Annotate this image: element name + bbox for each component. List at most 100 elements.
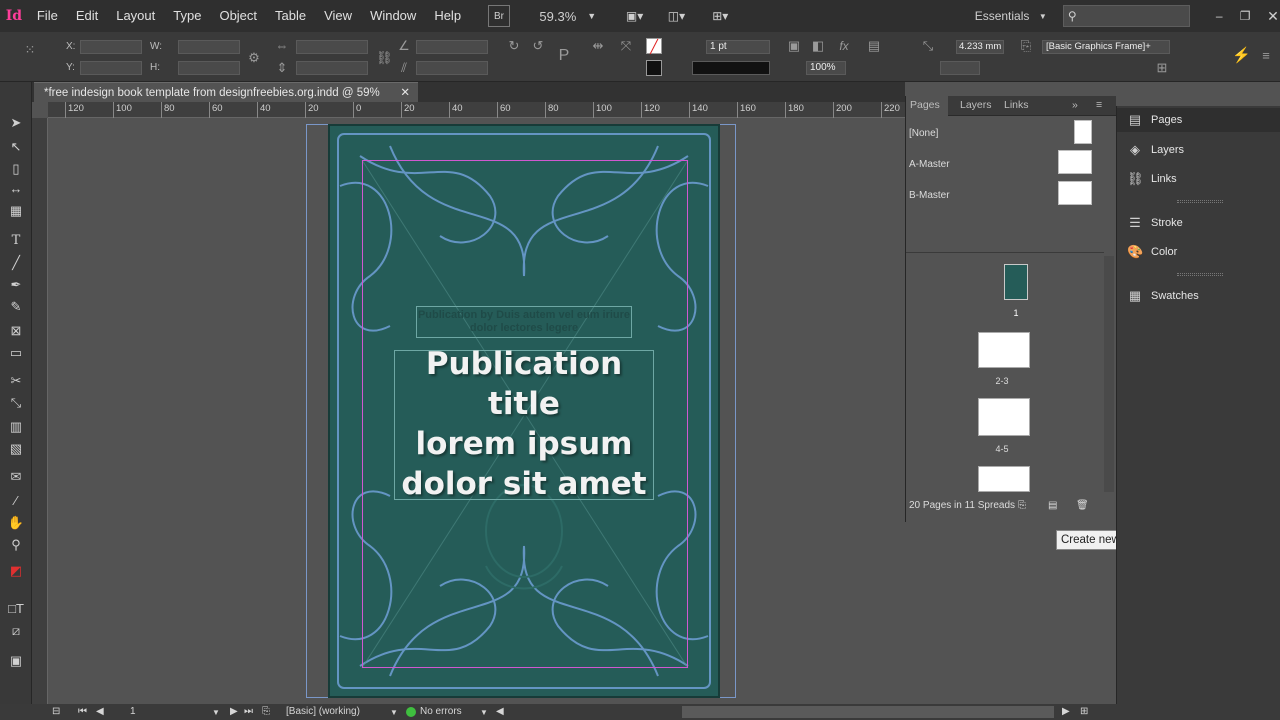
object-style-icon[interactable]: ⎘ bbox=[1018, 38, 1034, 54]
preflight-icon[interactable]: ⊟ bbox=[52, 706, 60, 717]
quick-apply-icon[interactable]: ⊞ bbox=[1154, 60, 1170, 76]
tab-pages[interactable]: Pages bbox=[906, 96, 948, 116]
flip-horizontal-icon[interactable]: ⇹ bbox=[590, 38, 606, 54]
master-b-thumbnail[interactable] bbox=[1058, 181, 1092, 205]
link-icon[interactable]: ⛓ bbox=[376, 50, 393, 66]
dock-stroke[interactable]: ☰ Stroke bbox=[1117, 211, 1280, 235]
tab-layers[interactable]: Layers bbox=[960, 99, 992, 111]
scroll-left-icon[interactable]: ◀ bbox=[496, 706, 504, 717]
panel-menu-icon[interactable]: ≡ bbox=[1258, 48, 1274, 64]
scroll-right-icon[interactable]: ▶ bbox=[1062, 706, 1070, 717]
content-collector-icon[interactable]: ▦ bbox=[6, 202, 26, 220]
w-field[interactable] bbox=[178, 40, 240, 54]
page-1-thumbnail[interactable] bbox=[1004, 264, 1028, 300]
scale-x-field[interactable] bbox=[296, 40, 368, 54]
shear-field[interactable] bbox=[416, 61, 488, 75]
dock-layers[interactable]: ◈ Layers bbox=[1117, 138, 1280, 162]
select-container-icon[interactable]: P bbox=[556, 48, 572, 64]
preflight-profile[interactable]: [Basic] (working) bbox=[286, 706, 360, 717]
menu-window[interactable]: Window bbox=[361, 0, 425, 32]
screen-mode-icon[interactable]: ◫▾ bbox=[664, 5, 690, 27]
rotate-cw-icon[interactable]: ↻ bbox=[506, 38, 522, 54]
chevron-down-icon[interactable]: ▼ bbox=[586, 5, 598, 27]
rotate-field[interactable] bbox=[416, 40, 488, 54]
document-tab[interactable]: *free indesign book template from design… bbox=[34, 82, 418, 102]
scale-y-icon[interactable]: ⇕ bbox=[274, 60, 290, 76]
corner-size-field[interactable]: 4.233 mm bbox=[956, 40, 1004, 54]
fill-swatch-icon[interactable]: ╱ bbox=[646, 38, 662, 54]
spread-4-5-thumbnail[interactable] bbox=[978, 398, 1030, 436]
stroke-type-dropdown[interactable] bbox=[692, 61, 770, 75]
view-options-icon[interactable]: ▣▾ bbox=[622, 5, 648, 27]
gap-tool-icon[interactable]: ↔ bbox=[6, 180, 26, 198]
constrain-proportions-icon[interactable]: ⚙ bbox=[246, 50, 262, 66]
reference-point-icon[interactable]: ⁙ bbox=[22, 42, 38, 58]
publication-by-text[interactable]: Publication by Duis autem vel eum iriure… bbox=[416, 306, 632, 338]
eyedropper-tool-icon[interactable]: ⁄ bbox=[6, 492, 26, 510]
minimize-icon[interactable]: – bbox=[1212, 5, 1226, 27]
dock-color[interactable]: 🎨 Color bbox=[1117, 240, 1280, 264]
page-number-field[interactable]: 1 bbox=[130, 706, 136, 717]
rotate-ccw-icon[interactable]: ↺ bbox=[530, 38, 546, 54]
note-tool-icon[interactable]: ✉ bbox=[6, 468, 26, 486]
edit-page-size-icon[interactable]: ⎘ bbox=[1018, 496, 1026, 516]
selection-tool-icon[interactable]: ➤ bbox=[6, 114, 26, 132]
dock-pages[interactable]: ▤ Pages bbox=[1117, 108, 1280, 132]
shear-icon[interactable]: ⫽ bbox=[396, 60, 412, 76]
dock-swatches[interactable]: ▦ Swatches bbox=[1117, 284, 1280, 308]
corner-shape-dropdown[interactable] bbox=[940, 61, 980, 75]
lightning-icon[interactable]: ⚡ bbox=[1232, 48, 1251, 64]
rotate-icon[interactable]: ∠ bbox=[396, 38, 412, 54]
x-field[interactable] bbox=[80, 40, 142, 54]
master-a-thumbnail[interactable] bbox=[1058, 150, 1092, 174]
document-canvas[interactable]: Publication by Duis autem vel eum iriure… bbox=[48, 118, 905, 704]
arrange-documents-icon[interactable]: ⊞▾ bbox=[705, 5, 735, 27]
screen-mode-icon[interactable]: ▣ bbox=[6, 652, 26, 670]
master-none-thumbnail[interactable] bbox=[1074, 120, 1092, 144]
frame-fitting-icon[interactable]: ▣ bbox=[786, 38, 802, 54]
vertical-ruler[interactable] bbox=[32, 118, 48, 704]
formatting-affects-icon[interactable]: □T bbox=[6, 600, 26, 618]
dock-links[interactable]: ⛓ Links bbox=[1117, 167, 1280, 191]
rectangle-tool-icon[interactable]: ▭ bbox=[6, 344, 26, 362]
page-dropdown-icon[interactable]: ▼ bbox=[212, 708, 220, 717]
publication-title[interactable]: Publication title lorem ipsum dolor sit … bbox=[394, 344, 654, 504]
workspace-switcher[interactable]: Essentials bbox=[967, 5, 1037, 27]
rectangle-frame-tool-icon[interactable]: ⊠ bbox=[6, 322, 26, 340]
spread-2-3-thumbnail[interactable] bbox=[978, 332, 1030, 368]
maximize-icon[interactable]: ❐ bbox=[1238, 5, 1252, 27]
open-page-icon[interactable]: ⎘ bbox=[262, 706, 270, 717]
master-b[interactable]: B-Master bbox=[909, 190, 950, 201]
menu-layout[interactable]: Layout bbox=[107, 0, 164, 32]
chevron-down-icon[interactable]: ▼ bbox=[1037, 5, 1049, 27]
y-field[interactable] bbox=[80, 61, 142, 75]
create-new-page-icon[interactable]: ▤ bbox=[1048, 496, 1057, 516]
type-tool-icon[interactable]: T bbox=[6, 232, 26, 250]
close-icon[interactable]: ✕ bbox=[1266, 5, 1280, 27]
line-tool-icon[interactable]: ╱ bbox=[6, 254, 26, 272]
page-tool-icon[interactable]: ▯ bbox=[6, 160, 26, 178]
master-none[interactable]: [None] bbox=[909, 128, 938, 139]
scissors-tool-icon[interactable]: ✂ bbox=[6, 372, 26, 390]
menu-edit[interactable]: Edit bbox=[67, 0, 107, 32]
errors-dropdown-icon[interactable]: ▼ bbox=[480, 708, 488, 717]
align-top-icon[interactable]: ▤ bbox=[866, 38, 882, 54]
bridge-button[interactable]: Br bbox=[488, 5, 510, 27]
collapse-panel-icon[interactable]: » bbox=[1072, 99, 1078, 111]
gradient-tool-icon[interactable]: ▥ bbox=[6, 418, 26, 436]
last-page-icon[interactable]: ⏭ bbox=[244, 706, 253, 717]
next-page-icon[interactable]: ▶ bbox=[230, 706, 238, 717]
profile-dropdown-icon[interactable]: ▼ bbox=[390, 708, 398, 717]
master-a[interactable]: A-Master bbox=[909, 159, 950, 170]
pages-panel-scrollbar[interactable] bbox=[1104, 256, 1114, 492]
menu-view[interactable]: View bbox=[315, 0, 361, 32]
effects-icon[interactable]: fx bbox=[836, 38, 852, 54]
panel-menu-icon[interactable]: ≡ bbox=[1096, 99, 1102, 111]
scale-y-field[interactable] bbox=[296, 61, 368, 75]
search-input[interactable]: ⚲ bbox=[1062, 5, 1191, 27]
scale-x-icon[interactable]: ⇔ bbox=[274, 38, 290, 54]
horizontal-ruler[interactable]: 120 100 80 60 40 20 0 20 40 60 80 100 120 140 160 180 20… bbox=[48, 102, 905, 118]
view-mode-icon[interactable]: ⊞ bbox=[1080, 706, 1088, 717]
object-style-dropdown[interactable]: [Basic Graphics Frame]+ bbox=[1042, 40, 1170, 54]
previous-page-icon[interactable]: ◀ bbox=[96, 706, 104, 717]
